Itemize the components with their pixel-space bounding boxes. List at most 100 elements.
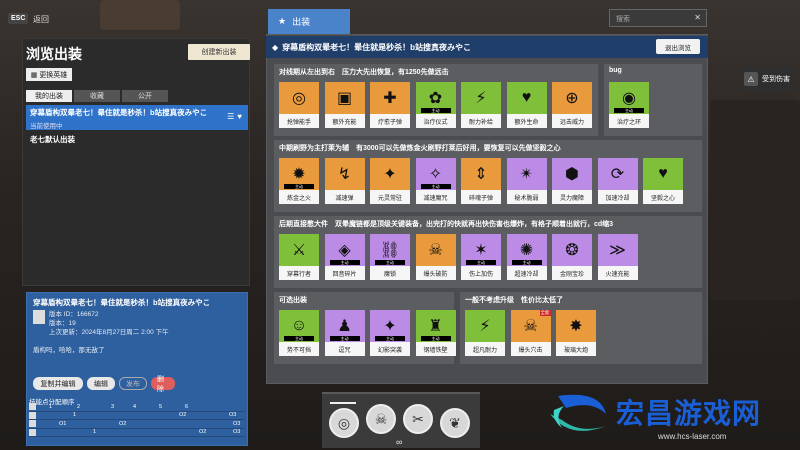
skill-icon bbox=[29, 411, 36, 419]
active-tag: 主动 bbox=[420, 336, 451, 341]
item-icon-box: ◈ 主动 bbox=[324, 234, 365, 266]
item-card[interactable]: ✧ 主动 减速魔咒 bbox=[415, 158, 456, 204]
close-icon[interactable]: ✕ bbox=[694, 13, 701, 22]
detail-description: 盾构吗，哈哈，那无敌了 bbox=[33, 347, 105, 354]
item-card[interactable]: ♥ 坚毅之心 bbox=[643, 158, 683, 204]
item-card[interactable]: ☠ 爆头破防 bbox=[415, 234, 456, 280]
item-name: 秘术脆弱 bbox=[506, 190, 547, 204]
item-name: 穿幕行者 bbox=[279, 266, 319, 280]
active-tag: 主动 bbox=[466, 260, 496, 265]
ability-slot-2-icon[interactable]: ☠ bbox=[366, 404, 396, 434]
exit-browse-button[interactable]: 退出浏览 bbox=[656, 39, 700, 54]
item-card[interactable]: ⇕ 碎魂子弹 bbox=[461, 158, 501, 204]
item-icon: ⬢ bbox=[565, 166, 579, 183]
item-card[interactable]: ◈ 主动 回音碎片 bbox=[324, 234, 365, 280]
item-icon: ◉ bbox=[622, 90, 636, 107]
detail-meta: 版本 ID：166672 版本：19 上次更新：2024年8月27日周二 2:0… bbox=[49, 310, 169, 337]
loadout-header: ◆ 穿幕盾构双晕老七！晕住就是秒杀！b站搜真夜みやこ bbox=[266, 36, 708, 58]
item-icon-box: ✦ bbox=[370, 158, 410, 190]
tab-my-loadouts[interactable]: 我的出装 bbox=[26, 90, 72, 102]
item-card[interactable]: ✹ 主动 炼金之火 bbox=[279, 158, 319, 204]
item-card[interactable]: ❂ 金刚宝珍 bbox=[552, 234, 592, 280]
item-card[interactable]: ♥ 额外生命 bbox=[506, 82, 547, 128]
item-name: 碎魂子弹 bbox=[461, 190, 501, 204]
heart-icon[interactable]: ♥ bbox=[237, 112, 242, 121]
search-input[interactable]: 搜索 ✕ bbox=[609, 9, 707, 27]
item-card[interactable]: ✚ 疗愈子弹 bbox=[370, 82, 410, 128]
item-icon-box: ☠ bbox=[415, 234, 456, 266]
item-name: 治疗之环 bbox=[609, 114, 649, 128]
item-card[interactable]: ☠ 全能 爆头穴击 bbox=[510, 310, 551, 356]
publish-button[interactable]: 发布 bbox=[119, 377, 147, 390]
item-icon-box: ↯ bbox=[324, 158, 365, 190]
active-tag: 主动 bbox=[329, 336, 360, 341]
item-name: 额外充能 bbox=[324, 114, 365, 128]
damage-label: 受到伤害 bbox=[762, 76, 790, 83]
switch-hero-button[interactable]: ▦ 更换英雄 bbox=[26, 68, 72, 81]
page-title: 浏览出装 bbox=[26, 46, 82, 62]
section-title: bug bbox=[609, 67, 622, 74]
ability-slot-4-icon[interactable]: ❦ bbox=[440, 408, 470, 438]
loadout-list-item[interactable]: 老七默认出装 bbox=[26, 132, 248, 145]
damage-taken-widget[interactable]: ⚠ 受到伤害 bbox=[740, 66, 796, 92]
item-icon: ≫ bbox=[609, 242, 626, 259]
skill-row: 1 O2 O3 bbox=[29, 428, 245, 437]
item-card[interactable]: ⟳ 加速冷却 bbox=[597, 158, 638, 204]
item-card[interactable]: ⬢ 灵力魔障 bbox=[552, 158, 592, 204]
item-icon: ✶ bbox=[474, 242, 488, 259]
item-name: 治疗仪式 bbox=[415, 114, 456, 128]
item-card[interactable]: ⚡ 耐力补给 bbox=[461, 82, 501, 128]
item-name: 逗咒 bbox=[324, 342, 365, 356]
loadout-list-item-active[interactable]: 穿幕盾构双晕老七！晕住就是秒杀！b站搜真夜みやこ 当前使用中 ☰ ♥ bbox=[26, 105, 248, 130]
item-icon-box: ◎ bbox=[279, 82, 319, 114]
tab-public[interactable]: 公开 bbox=[122, 90, 168, 102]
item-card[interactable]: ▣ 额外充能 bbox=[324, 82, 365, 128]
item-name: 幻影突袭 bbox=[370, 342, 410, 356]
item-card[interactable]: ≫ 火速充能 bbox=[597, 234, 638, 280]
skill-mark: O1 bbox=[59, 420, 67, 427]
item-name: 疗愈子弹 bbox=[370, 114, 410, 128]
copy-edit-button[interactable]: 复制并编辑 bbox=[33, 377, 83, 390]
ability-slot-1-icon[interactable]: ◎ bbox=[329, 408, 359, 438]
item-icon: ↯ bbox=[337, 166, 352, 183]
item-card[interactable]: ⚔ 穿幕行者 bbox=[279, 234, 319, 280]
item-name: 回音碎片 bbox=[324, 266, 365, 280]
item-card[interactable]: ⊕ 远击威力 bbox=[552, 82, 592, 128]
tab-loadout[interactable]: ★ 出装 bbox=[268, 9, 350, 34]
tab-favorites[interactable]: 收藏 bbox=[74, 90, 120, 102]
item-card[interactable]: ⚡ 超凡耐力 bbox=[465, 310, 505, 356]
item-icon-box: ✚ bbox=[370, 82, 410, 114]
item-icon: ✦ bbox=[383, 318, 397, 335]
ability-slot-3-icon[interactable]: ✂ bbox=[403, 404, 433, 434]
item-card[interactable]: ✦ 主动 幻影突袭 bbox=[370, 310, 410, 356]
corner-tag: 全能 bbox=[539, 310, 551, 316]
loadout-header-title: 穿幕盾构双晕老七！晕住就是秒杀！b站搜真夜みやこ bbox=[282, 42, 472, 52]
skill-row: 1 2 3 4 5 6 bbox=[29, 403, 245, 412]
esc-key[interactable]: ESC bbox=[8, 13, 29, 24]
item-card[interactable]: ↯ 减速弹 bbox=[324, 158, 365, 204]
create-loadout-button[interactable]: 创建新出装 bbox=[188, 44, 250, 60]
item-card[interactable]: ✺ 主动 超速冷却 bbox=[506, 234, 547, 280]
item-icon: ♥ bbox=[658, 165, 668, 182]
edit-button[interactable]: 编辑 bbox=[87, 377, 115, 390]
item-card[interactable]: ♟ 主动 逗咒 bbox=[324, 310, 365, 356]
item-icon: ☠ bbox=[523, 318, 538, 335]
item-card[interactable]: ✦ 元灵常驻 bbox=[370, 158, 410, 204]
item-card[interactable]: ◎ 抢弹能手 bbox=[279, 82, 319, 128]
item-name: 超速冷却 bbox=[506, 266, 547, 280]
damage-icon: ⚠ bbox=[744, 72, 758, 86]
item-card[interactable]: ✴ 秘术脆弱 bbox=[506, 158, 547, 204]
item-card[interactable]: ✶ 主动 伤上加伤 bbox=[461, 234, 501, 280]
delete-button[interactable]: 删除 bbox=[151, 376, 175, 393]
item-name: 减速弹 bbox=[324, 190, 365, 204]
item-icon-box: ❂ bbox=[552, 234, 592, 266]
skill-mark: O3 bbox=[233, 420, 241, 427]
item-card[interactable]: ♜ 主动 钢墙铁壁 bbox=[415, 310, 456, 356]
item-card[interactable]: ⛓ 主动 魔锁 bbox=[370, 234, 410, 280]
item-card[interactable]: ◉ 主动 治疗之环 bbox=[609, 82, 649, 128]
item-card[interactable]: ✸ 玻璃大炮 bbox=[556, 310, 596, 356]
list-icon[interactable]: ☰ bbox=[227, 112, 234, 121]
item-card[interactable]: ☺ 主动 势不可挡 bbox=[279, 310, 319, 356]
item-card[interactable]: ✿ 主动 治疗仪式 bbox=[415, 82, 456, 128]
back-button[interactable]: 返回 bbox=[33, 14, 49, 25]
